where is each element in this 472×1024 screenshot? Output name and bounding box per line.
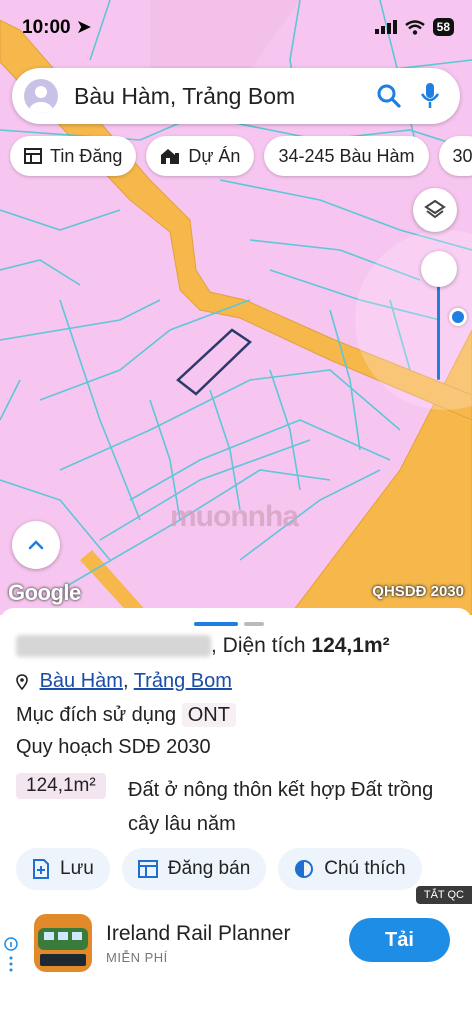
parcel-location: Bàu Hàm, Trảng Bom xyxy=(16,670,232,693)
parcel-info-sheet: , Diện tích 124,1m² Bàu Hàm, Trảng Bom M… xyxy=(0,608,472,1024)
wifi-icon xyxy=(404,19,425,35)
ad-info-icon[interactable] xyxy=(4,936,18,976)
ad-banner[interactable]: Ireland Rail Planner MIỄN PHÍ Tải xyxy=(0,904,472,994)
plan-description: Đất ở nông thôn kết hợp Đất trồng cây lâ… xyxy=(128,779,434,835)
status-time: 10:00 ➤ xyxy=(22,17,92,38)
google-attribution: Google xyxy=(8,580,81,605)
redacted-parcel-id xyxy=(16,635,211,658)
filter-chips: Tin Đăng Dự Án 34-245 Bàu Hàm 30 xyxy=(10,136,472,176)
ad-price: MIỄN PHÍ xyxy=(106,950,168,965)
close-ad-button[interactable]: TẮT QC xyxy=(415,886,472,904)
table-icon xyxy=(137,860,158,878)
microphone-icon[interactable] xyxy=(420,82,440,110)
plan-label: Quy hoạch SDĐ 2030 xyxy=(16,736,211,758)
parcel-title: , Diện tích 124,1m² xyxy=(16,634,390,658)
district-link[interactable]: Trảng Bom xyxy=(134,670,232,692)
action-buttons: Lưu Đăng bán Chú thích xyxy=(16,848,422,890)
signal-icon xyxy=(374,20,397,34)
save-button[interactable]: Lưu xyxy=(16,848,110,890)
map-view[interactable]: 10:00 ➤ 58 Bàu Hàm, Trảng Bom Tin Đăng D… xyxy=(0,0,472,615)
watermark-logo: muonnha xyxy=(170,500,299,533)
chip-du-an[interactable]: Dự Án xyxy=(146,136,255,176)
install-button[interactable]: Tải xyxy=(349,918,450,962)
chevron-up-icon xyxy=(28,540,44,550)
battery-icon: 58 xyxy=(432,18,454,36)
map-pin-icon xyxy=(16,673,28,690)
search-bar[interactable]: Bàu Hàm, Trảng Bom xyxy=(12,68,460,124)
legend-button[interactable]: Chú thích xyxy=(278,848,422,890)
chip-parcel-address[interactable]: 34-245 Bàu Hàm xyxy=(264,136,429,176)
layer-label: QHSDĐ 2030 xyxy=(372,583,464,600)
search-input[interactable]: Bàu Hàm, Trảng Bom xyxy=(74,83,376,110)
location-arrow-icon: ➤ xyxy=(75,17,92,38)
sheet-handle[interactable] xyxy=(194,622,238,626)
search-icon[interactable] xyxy=(376,83,402,109)
chip-more[interactable]: 30 xyxy=(438,136,472,176)
table-icon xyxy=(24,148,42,164)
layers-icon xyxy=(424,199,446,219)
my-location-dot xyxy=(449,308,467,326)
avatar[interactable] xyxy=(24,79,58,113)
plan-area-badge: 124,1m² xyxy=(16,773,106,799)
ad-app-icon[interactable] xyxy=(34,914,92,972)
building-icon xyxy=(161,149,180,164)
chip-tin-dang[interactable]: Tin Đăng xyxy=(10,136,137,176)
zoom-slider-handle[interactable] xyxy=(421,251,457,287)
commune-link[interactable]: Bàu Hàm xyxy=(40,670,123,692)
land-use-code: ONT xyxy=(181,703,236,727)
add-file-icon xyxy=(33,859,49,879)
ad-app-name: Ireland Rail Planner xyxy=(106,922,291,945)
contrast-icon xyxy=(295,860,314,878)
parcel-area: 124,1m² xyxy=(311,634,390,657)
land-use-purpose: Mục đích sử dụng ONT xyxy=(16,703,236,727)
post-sale-button[interactable]: Đăng bán xyxy=(121,848,267,890)
sheet-handle-secondary xyxy=(244,622,264,626)
layers-button[interactable] xyxy=(413,188,457,232)
status-bar: 10:00 ➤ 58 xyxy=(0,0,472,58)
expand-sheet-button[interactable] xyxy=(12,521,60,569)
